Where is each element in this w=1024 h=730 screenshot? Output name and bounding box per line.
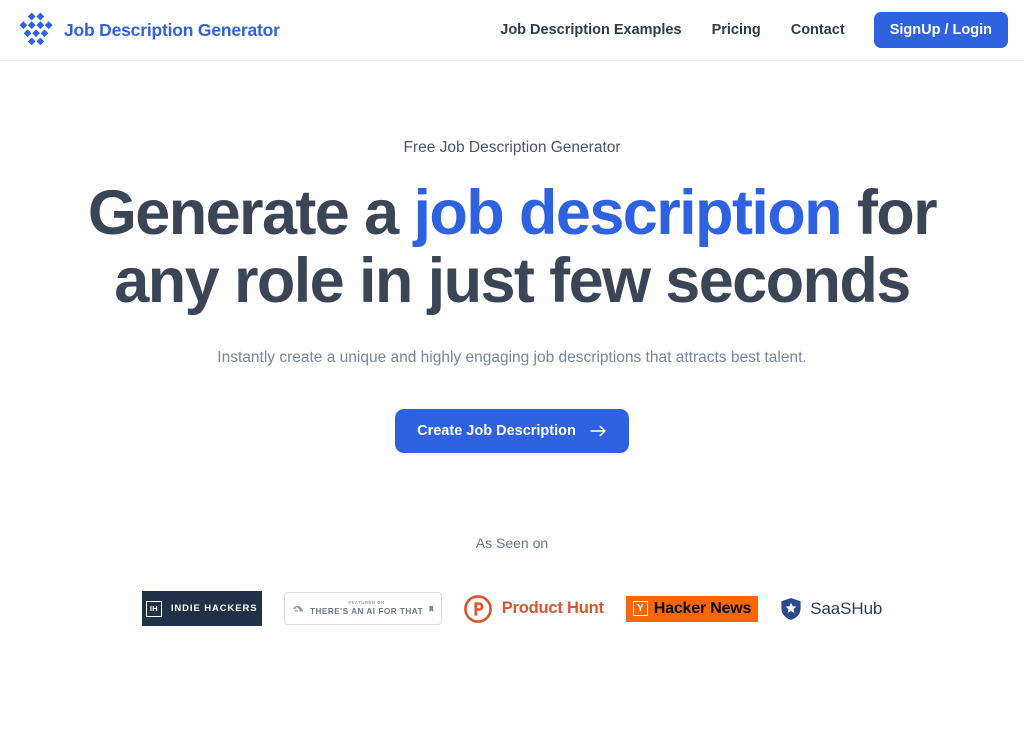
create-job-description-label: Create Job Description bbox=[417, 423, 576, 440]
signup-login-button[interactable]: SignUp / Login bbox=[873, 12, 1008, 48]
logo-hacker-news[interactable]: Y Hacker News bbox=[625, 595, 759, 622]
hero-subheading: Instantly create a unique and highly eng… bbox=[217, 349, 807, 367]
site-header: Job Description Generator Job Descriptio… bbox=[0, 0, 1024, 61]
hero-eyebrow: Free Job Description Generator bbox=[403, 139, 621, 156]
indie-hackers-mark-icon: IH bbox=[145, 600, 162, 617]
logo-indie-hackers[interactable]: IH INDIE HACKERS bbox=[141, 591, 262, 627]
flexed-bicep-icon bbox=[293, 605, 303, 611]
arrow-right-icon bbox=[590, 425, 606, 437]
headline-accent: job description bbox=[413, 178, 842, 248]
indie-hackers-label: INDIE HACKERS bbox=[170, 603, 258, 615]
main-navigation: Job Description Examples Pricing Contact… bbox=[485, 12, 1008, 48]
hacker-news-label: Hacker News bbox=[653, 599, 752, 617]
taaft-kicker: FEATURED ON bbox=[348, 600, 385, 606]
pinwheel-blocks-logo-icon bbox=[19, 12, 53, 46]
product-hunt-label: Product Hunt bbox=[501, 599, 604, 618]
logo-theres-an-ai-for-that[interactable]: FEATURED ON THERE'S AN AI FOR THAT bbox=[283, 592, 442, 626]
hacker-news-y-icon: Y bbox=[632, 601, 648, 617]
nav-link-job-description-examples[interactable]: Job Description Examples bbox=[485, 16, 696, 44]
saashub-label: SaaSHub bbox=[810, 598, 883, 618]
nav-link-contact[interactable]: Contact bbox=[776, 16, 860, 44]
bookmark-icon bbox=[429, 605, 434, 612]
logo-saashub[interactable]: SaaSHub bbox=[780, 597, 882, 621]
brand-name: Job Description Generator bbox=[64, 19, 280, 40]
page-title: Generate a job description for any role … bbox=[42, 179, 982, 315]
shield-star-icon bbox=[781, 597, 801, 620]
product-hunt-icon bbox=[463, 594, 492, 623]
headline-part-1: Generate a bbox=[87, 178, 414, 248]
hero-section: Free Job Description Generator Generate … bbox=[0, 61, 1024, 627]
logo-product-hunt[interactable]: Product Hunt bbox=[463, 594, 604, 623]
nav-link-pricing[interactable]: Pricing bbox=[697, 16, 776, 44]
create-job-description-button[interactable]: Create Job Description bbox=[395, 409, 629, 454]
as-seen-on-label: As Seen on bbox=[475, 535, 549, 552]
brand-logo-link[interactable]: Job Description Generator bbox=[18, 12, 280, 48]
taaft-label: THERE'S AN AI FOR THAT bbox=[309, 606, 424, 616]
social-proof-logos: IH INDIE HACKERS FEATURED ON THERE'S AN … bbox=[0, 591, 1024, 627]
hero-cta-container: Create Job Description bbox=[0, 409, 1024, 454]
